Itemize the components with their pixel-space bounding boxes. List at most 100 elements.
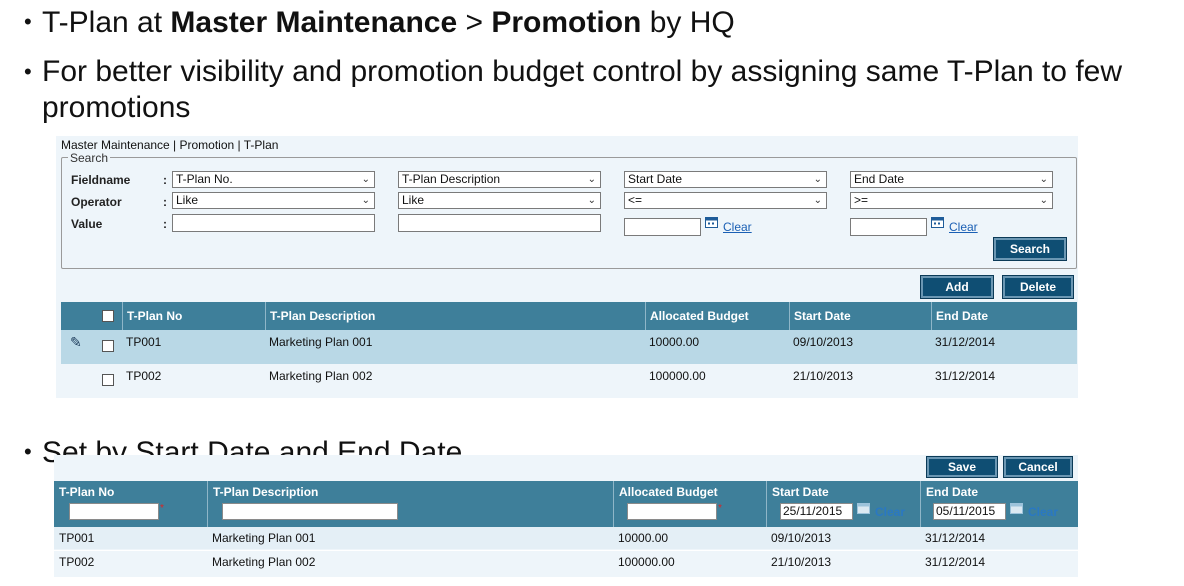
value-label: Value	[71, 217, 103, 231]
col-header-start-date[interactable]: Start Date	[789, 302, 931, 330]
fieldname-select-4[interactable]: End Date ⌄	[850, 171, 1053, 188]
tplan-list-panel: Master Maintenance | Promotion | T-Plan …	[56, 136, 1078, 398]
cell-allocated-budget: 10000.00	[649, 335, 700, 349]
cell-end-date: 31/12/2014	[935, 335, 996, 349]
bullet-1-pre: T-Plan at	[42, 6, 171, 39]
value-input-start-date[interactable]	[624, 218, 701, 236]
cell-tplan-description: Marketing Plan 002	[269, 369, 373, 383]
search-legend: Search	[68, 151, 111, 165]
cell-end-date: 31/12/2014	[935, 369, 996, 383]
edit-grid-header: T-Plan No * T-Plan Description Allocated…	[54, 481, 1078, 527]
start-date-input[interactable]: 25/11/2015	[780, 503, 853, 520]
value-input-tplan-no[interactable]	[172, 214, 375, 232]
chevron-down-icon: ⌄	[813, 195, 822, 206]
value-input-end-date[interactable]	[850, 218, 927, 236]
delete-button[interactable]: Delete	[1002, 275, 1074, 299]
table-row[interactable]: ✎ TP001 Marketing Plan 001 10000.00 09/1…	[61, 330, 1077, 364]
save-button[interactable]: Save	[926, 456, 998, 478]
chevron-down-icon: ⌄	[587, 174, 596, 185]
fieldname-select-1[interactable]: T-Plan No. ⌄	[172, 171, 375, 188]
fieldname-select-1-value: T-Plan No.	[176, 172, 233, 186]
fieldname-label: Fieldname	[71, 173, 131, 187]
calendar-icon[interactable]	[857, 502, 870, 517]
operator-select-2[interactable]: Like ⌄	[398, 192, 601, 209]
cell-tplan-no: TP001	[126, 335, 162, 349]
tplan-description-input[interactable]	[222, 503, 398, 520]
col-header-allocated-budget[interactable]: Allocated Budget	[645, 302, 789, 330]
value-input-tplan-description[interactable]	[398, 214, 601, 232]
cell-tplan-description: Marketing Plan 001	[269, 335, 373, 349]
chevron-down-icon: ⌄	[587, 195, 596, 206]
cell-allocated-budget: 100000.00	[618, 555, 675, 569]
search-button[interactable]: Search	[993, 237, 1067, 261]
fieldname-select-2[interactable]: T-Plan Description ⌄	[398, 171, 601, 188]
tplan-edit-panel: Save Cancel T-Plan No * T-Plan Descripti…	[54, 455, 1078, 577]
allocated-budget-input[interactable]	[627, 503, 717, 520]
bullet-1-post: by HQ	[641, 6, 735, 39]
cancel-button[interactable]: Cancel	[1003, 456, 1073, 478]
search-fieldset: Search Fieldname : Operator : Value : T-…	[61, 151, 1077, 269]
table-row[interactable]: TP002 Marketing Plan 002 100000.00 21/10…	[61, 364, 1077, 398]
fieldname-select-3-value: Start Date	[628, 172, 683, 186]
operator-select-1[interactable]: Like ⌄	[172, 192, 375, 209]
end-date-input[interactable]: 05/11/2015	[933, 503, 1006, 520]
chevron-down-icon: ⌄	[361, 195, 370, 206]
cell-start-date: 21/10/2013	[793, 369, 854, 383]
start-date-clear-link[interactable]: Clear	[875, 505, 905, 519]
cell-tplan-no: TP001	[59, 531, 95, 545]
bullet-1-mid: >	[457, 6, 492, 39]
breadcrumb: Master Maintenance | Promotion | T-Plan	[61, 138, 279, 152]
col-header-tplan-no[interactable]: T-Plan No	[122, 302, 265, 330]
row-checkbox[interactable]	[102, 374, 114, 386]
operator-select-3[interactable]: <= ⌄	[624, 192, 827, 209]
chevron-down-icon: ⌄	[1039, 195, 1048, 206]
table-row[interactable]: TP001 Marketing Plan 001 10000.00 09/10/…	[54, 527, 1078, 549]
calendar-icon[interactable]	[705, 216, 718, 231]
cell-tplan-no: TP002	[59, 555, 95, 569]
required-marker: *	[160, 503, 164, 514]
operator-label: Operator	[71, 195, 122, 209]
operator-select-1-value: Like	[176, 193, 199, 207]
chevron-down-icon: ⌄	[361, 174, 370, 185]
cell-start-date: 09/10/2013	[771, 531, 832, 545]
bullet-2-text: For better visibility and promotion budg…	[42, 55, 1122, 124]
cell-end-date: 31/12/2014	[925, 555, 986, 569]
chevron-down-icon: ⌄	[813, 174, 822, 185]
cell-tplan-description: Marketing Plan 001	[212, 531, 316, 545]
col-header-end-date[interactable]: End Date	[931, 302, 1074, 330]
value-colon: :	[163, 217, 167, 231]
fieldname-colon: :	[163, 173, 167, 187]
fieldname-select-3[interactable]: Start Date ⌄	[624, 171, 827, 188]
bullet-dot: •	[24, 9, 32, 34]
add-button[interactable]: Add	[920, 275, 994, 299]
required-marker: *	[718, 503, 722, 514]
end-date-clear-link[interactable]: Clear	[1028, 505, 1058, 519]
table-row[interactable]: TP002 Marketing Plan 002 100000.00 21/10…	[54, 550, 1078, 572]
bullet-1-strong-1: Master Maintenance	[170, 6, 458, 39]
start-date-clear-link[interactable]: Clear	[723, 220, 752, 234]
cell-tplan-no: TP002	[126, 369, 162, 383]
fieldname-select-4-value: End Date	[854, 172, 905, 186]
bullet-2: • For better visibility and promotion bud…	[24, 54, 1174, 126]
bullet-dot: •	[24, 439, 32, 464]
operator-select-3-value: <=	[628, 193, 643, 207]
cell-allocated-budget: 10000.00	[618, 531, 669, 545]
cell-allocated-budget: 100000.00	[649, 369, 706, 383]
edit-pencil-icon[interactable]: ✎	[66, 330, 82, 364]
cell-tplan-description: Marketing Plan 002	[212, 555, 316, 569]
col-header-tplan-description-label: T-Plan Description	[213, 485, 319, 499]
select-all-checkbox[interactable]	[102, 310, 114, 322]
end-date-clear-link[interactable]: Clear	[949, 220, 978, 234]
row-checkbox[interactable]	[102, 340, 114, 352]
operator-select-4[interactable]: >= ⌄	[850, 192, 1053, 209]
fieldname-select-2-value: T-Plan Description	[402, 172, 501, 186]
col-header-tplan-description[interactable]: T-Plan Description	[265, 302, 645, 330]
col-header-tplan-no-label: T-Plan No	[59, 485, 115, 499]
cell-start-date: 21/10/2013	[771, 555, 832, 569]
col-header-start-date-label: Start Date	[772, 485, 829, 499]
bullet-1-strong-2: Promotion	[491, 6, 642, 39]
tplan-no-input[interactable]	[69, 503, 159, 520]
calendar-icon[interactable]	[1010, 502, 1023, 517]
calendar-icon[interactable]	[931, 216, 944, 231]
cell-end-date: 31/12/2014	[925, 531, 986, 545]
